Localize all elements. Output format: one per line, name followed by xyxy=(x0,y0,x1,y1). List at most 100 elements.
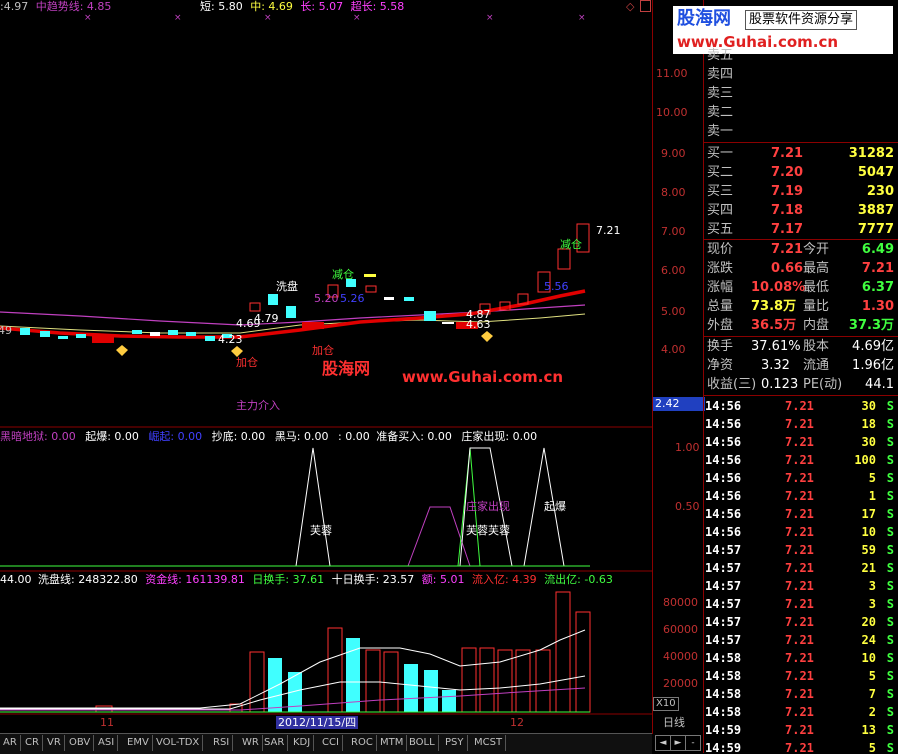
y-tick: 60000 xyxy=(663,623,698,636)
candle xyxy=(424,311,436,321)
y-cursor-value: 2.42 xyxy=(653,397,705,411)
tick-volume: 18 xyxy=(861,417,876,431)
buy-row[interactable]: 买五 7.17 7777 xyxy=(703,220,898,239)
tab-ar[interactable]: AR xyxy=(0,735,21,751)
stat-row: 涨幅 10.08% 最低 6.37 xyxy=(703,278,898,297)
tick-time: 14:58 xyxy=(705,651,742,665)
divider xyxy=(703,395,898,396)
y-tick: 8.00 xyxy=(661,186,686,199)
tick-row: 14:59 7.21 13 S xyxy=(703,721,898,739)
stat-value: 7.21 xyxy=(771,242,804,257)
candle xyxy=(186,332,196,336)
tick-price: 7.21 xyxy=(785,615,814,629)
buy-volume: 230 xyxy=(866,184,894,199)
zhuangjia-label: 庄家出现: 0.00 xyxy=(461,430,538,443)
tab-psy[interactable]: PSY xyxy=(442,735,468,751)
stat-label: 最高 xyxy=(803,261,830,276)
tick-time: 14:56 xyxy=(705,435,742,449)
y-tick: 4.00 xyxy=(661,343,686,356)
stat-label: 股本 xyxy=(803,339,830,354)
divider xyxy=(703,142,898,143)
tab-cr[interactable]: CR xyxy=(22,735,43,751)
tick-price: 7.21 xyxy=(785,651,814,665)
tick-price: 7.21 xyxy=(785,507,814,521)
sell-row[interactable]: 卖二 xyxy=(703,103,898,122)
buy-row[interactable]: 买一 7.21 31282 xyxy=(703,144,898,163)
candle xyxy=(40,331,50,337)
candle xyxy=(58,336,68,339)
period-label[interactable]: 日线 xyxy=(663,716,685,729)
tick-volume: 5 xyxy=(868,471,876,485)
add-label-1: 加仓 xyxy=(236,356,258,369)
buy-row[interactable]: 买二 7.20 5047 xyxy=(703,163,898,182)
tick-price: 7.21 xyxy=(785,453,814,467)
volume-bar xyxy=(404,664,418,712)
tick-row: 14:57 7.21 3 S xyxy=(703,595,898,613)
tick-time: 14:56 xyxy=(705,507,742,521)
buy-row[interactable]: 买三 7.19 230 xyxy=(703,182,898,201)
volume-bar xyxy=(575,611,591,713)
tab-emv[interactable]: EMV xyxy=(124,735,153,751)
tab-wr[interactable]: WR xyxy=(239,735,263,751)
tick-row: 14:57 7.21 21 S xyxy=(703,559,898,577)
stat-row: 收益(三) 0.123 PE(动) 44.1 xyxy=(703,375,898,394)
tab-vol-tdx[interactable]: VOL-TDX xyxy=(153,735,204,751)
tick-row: 14:56 7.21 30 S xyxy=(703,433,898,451)
tick-row: 14:57 7.21 3 S xyxy=(703,577,898,595)
tick-volume: 24 xyxy=(861,633,876,647)
tick-row: 14:56 7.21 18 S xyxy=(703,415,898,433)
tab-boll[interactable]: BOLL xyxy=(406,735,439,751)
candle xyxy=(286,306,296,318)
tab-mtm[interactable]: MTM xyxy=(377,735,408,751)
tick-price: 7.21 xyxy=(785,525,814,539)
stat-row: 涨跌 0.66 最高 7.21 xyxy=(703,259,898,278)
buy-volume: 31282 xyxy=(848,146,894,161)
tab-mcst[interactable]: MCST xyxy=(471,735,507,751)
tick-volume: 5 xyxy=(868,669,876,683)
stat-value: 1.96亿 xyxy=(852,358,894,373)
candle xyxy=(364,274,376,277)
sell-row[interactable]: 卖三 xyxy=(703,84,898,103)
volume-bar xyxy=(461,647,477,713)
furong-signal-line xyxy=(295,447,331,567)
sell-row[interactable]: 卖一 xyxy=(703,122,898,141)
volume-bar xyxy=(535,649,551,713)
tab-cci[interactable]: CCI xyxy=(319,735,343,751)
watermark-url: www.Guhai.com.cn xyxy=(402,368,564,386)
stat-value: 4.69亿 xyxy=(852,339,894,354)
tab-rsi[interactable]: RSI xyxy=(210,735,234,751)
reduce-label: 减仓 xyxy=(332,268,354,281)
tick-time: 14:59 xyxy=(705,723,742,737)
logo-text: 股票软件资源分享 xyxy=(745,10,858,30)
price-label-721: 7.21 xyxy=(596,224,621,237)
tab-asi[interactable]: ASI xyxy=(95,735,119,751)
tab-roc[interactable]: ROC xyxy=(348,735,377,751)
buy-price: 7.19 xyxy=(771,184,804,199)
tab-sar[interactable]: SAR xyxy=(261,735,289,751)
watermark-cn: 股海网 xyxy=(322,359,371,378)
corner-diamond-icon[interactable]: ◇ xyxy=(626,0,634,13)
scroll-left-button[interactable]: ◄ xyxy=(655,735,671,751)
candle xyxy=(20,328,30,335)
sell-label: 卖五 xyxy=(707,48,734,63)
tick-list[interactable]: 14:56 7.21 30 S 14:56 7.21 18 S 14:56 7.21 30 S 14:5… xyxy=(703,397,898,753)
zoom-out-button[interactable]: - xyxy=(685,735,701,751)
rihuan-label: 日换手: 37.61 xyxy=(252,573,325,586)
tab-vr[interactable]: VR xyxy=(44,735,65,751)
sell-row[interactable]: 卖四 xyxy=(703,65,898,84)
volume-bar xyxy=(249,651,265,713)
stat-value: 36.5万 xyxy=(751,318,797,333)
liuchu-label: 流出亿: -0.63 xyxy=(544,573,613,586)
stat-value: 1.30 xyxy=(861,299,894,314)
ind2-header: 44.00 洗盘线: 248322.80 资金线: 161139.81 日换手:… xyxy=(0,573,613,586)
tick-time: 14:58 xyxy=(705,705,742,719)
tab-kdj[interactable]: KDJ xyxy=(290,735,315,751)
tick-price: 7.21 xyxy=(785,633,814,647)
sell-row[interactable]: 卖五 xyxy=(703,46,898,65)
scroll-right-button[interactable]: ► xyxy=(670,735,686,751)
corner-square-icon[interactable] xyxy=(640,0,651,12)
y-scale-x10[interactable]: X10 xyxy=(653,697,679,711)
tab-obv[interactable]: OBV xyxy=(66,735,95,751)
buy-row[interactable]: 买四 7.18 3887 xyxy=(703,201,898,220)
heian-label: 黑暗地狱: 0.00 xyxy=(0,430,76,443)
